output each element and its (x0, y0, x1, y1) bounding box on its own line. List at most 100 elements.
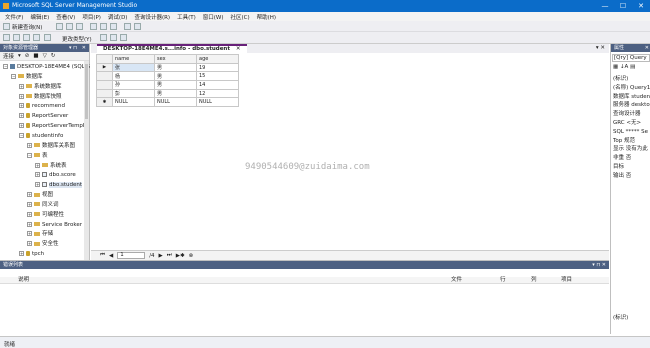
copy-icon[interactable] (100, 23, 107, 30)
cell-name[interactable]: 彭 (112, 88, 155, 99)
expand-icon[interactable]: + (27, 221, 32, 227)
tree-node[interactable]: + 数据库快照 (19, 93, 62, 101)
last-record-icon[interactable]: ⏭ (167, 252, 172, 259)
cell-age[interactable]: NULL (196, 97, 239, 108)
cell-age[interactable]: 15 (196, 71, 239, 82)
cell-age[interactable]: 19 (196, 62, 239, 73)
save-icon[interactable] (66, 23, 73, 30)
paste-icon[interactable] (110, 23, 117, 30)
connect-dropdown-icon[interactable]: ▾ (18, 53, 21, 59)
window-list-icon[interactable]: ▾ ✕ (596, 45, 605, 51)
column-column[interactable]: 列 (531, 277, 537, 284)
close-pane-icon[interactable]: ✕ (645, 44, 649, 52)
maximize-button[interactable]: ☐ (614, 0, 632, 12)
change-type-button[interactable]: 更改类型(Y) (62, 35, 92, 43)
sql-pane-icon[interactable] (23, 34, 30, 41)
cell-sex[interactable]: 男 (154, 80, 197, 90)
tree-node[interactable]: + ReportServer (19, 112, 68, 120)
tree-node[interactable]: + Service Broker (27, 221, 82, 229)
results-pane-icon[interactable] (33, 34, 40, 41)
stop-record-icon[interactable]: ⊗ (189, 253, 194, 259)
table-row[interactable]: 孙 男 14 (96, 80, 239, 90)
menu-window[interactable]: 窗口(W) (203, 13, 224, 21)
menu-tools[interactable]: 工具(T) (177, 13, 196, 21)
table-row[interactable]: 杨 男 15 (96, 71, 239, 82)
expand-icon[interactable]: + (19, 83, 24, 89)
collapse-icon[interactable]: − (19, 132, 24, 138)
connect-button[interactable]: 连接 (3, 52, 14, 60)
cell-sex[interactable]: 男 (154, 62, 197, 73)
tab-dbo-student[interactable]: DESKTOP-18E4ME4.s...info - dbo.student ✕ (97, 44, 247, 53)
pin-icon[interactable]: ▾ ⊓ (69, 44, 77, 52)
close-pane-icon[interactable]: ✕ (82, 44, 86, 52)
undo-icon[interactable] (124, 23, 131, 30)
row-selector[interactable] (96, 80, 113, 90)
column-description[interactable]: 说明 (18, 277, 29, 284)
collapse-icon[interactable]: − (3, 64, 8, 69)
tree-node[interactable]: + dbo.student (35, 181, 83, 189)
tree-node[interactable]: − studentinfo (19, 132, 63, 140)
add-table-icon[interactable] (120, 34, 127, 41)
previous-record-icon[interactable]: ◀ (109, 253, 113, 259)
tree-node[interactable]: + 数据库关系图 (27, 142, 75, 150)
menu-help[interactable]: 帮助(H) (257, 13, 276, 21)
cell-name[interactable]: NULL (112, 97, 155, 108)
table-row[interactable]: ▶ 张 男 19 (96, 62, 239, 73)
column-line[interactable]: 行 (500, 277, 506, 284)
filter-icon[interactable]: ▽ (43, 53, 47, 59)
expand-icon[interactable]: + (19, 123, 24, 129)
column-header-sex[interactable]: sex (154, 54, 197, 64)
close-button[interactable]: ✕ (632, 0, 650, 12)
cell-sex[interactable]: 男 (154, 71, 197, 82)
row-selector[interactable] (96, 88, 113, 99)
expand-icon[interactable]: + (19, 251, 24, 257)
expand-icon[interactable]: + (35, 172, 40, 178)
tree-node[interactable]: + 存储 (27, 230, 53, 238)
menu-project[interactable]: 项目(P) (82, 13, 101, 21)
row-selector[interactable] (96, 71, 113, 82)
expand-icon[interactable]: + (27, 231, 32, 237)
property-row[interactable]: 非重 否 (613, 154, 650, 162)
table-row[interactable]: 彭 男 12 (96, 88, 239, 99)
tree-node[interactable]: + 视图 (27, 191, 53, 199)
expand-icon[interactable]: + (35, 182, 40, 188)
property-row[interactable]: 显示 没有为此 (613, 145, 650, 153)
new-row[interactable]: ✱ NULL NULL NULL (96, 97, 239, 108)
tree-node[interactable]: + recommend (19, 102, 65, 110)
current-record-input[interactable]: 1 (117, 252, 146, 259)
property-row[interactable]: 输出 否 (613, 172, 650, 180)
property-row[interactable]: Top 规范 (613, 137, 650, 145)
property-row[interactable]: (标识) (613, 75, 650, 83)
cell-name[interactable]: 张 (112, 62, 155, 73)
expand-icon[interactable]: + (19, 103, 24, 109)
property-row[interactable]: 目标 (613, 163, 650, 171)
open-file-icon[interactable] (56, 23, 63, 30)
property-row[interactable]: SQL ***** Se (613, 128, 650, 136)
menu-edit[interactable]: 编辑(E) (30, 13, 49, 21)
tree-node[interactable]: + tpch (19, 250, 44, 258)
expand-icon[interactable]: + (19, 113, 24, 119)
criteria-pane-icon[interactable] (13, 34, 20, 41)
new-query-button[interactable]: 新建查询(N) (12, 23, 42, 31)
cell-sex[interactable]: NULL (154, 97, 197, 108)
group-by-icon[interactable] (110, 34, 117, 41)
menu-query-designer[interactable]: 查询设计器(R) (134, 13, 170, 21)
execute-icon[interactable] (44, 34, 51, 41)
expand-icon[interactable]: + (27, 201, 32, 207)
tree-node[interactable]: + dbo.score (35, 171, 76, 179)
first-record-icon[interactable]: ⏮ (100, 252, 105, 259)
alphabetical-icon[interactable]: ↓A (620, 64, 628, 70)
tree-node[interactable]: + 系统数据库 (19, 83, 62, 91)
scrollbar-thumb[interactable] (85, 64, 88, 119)
object-selector-dropdown[interactable]: [Qry] Query (612, 54, 650, 62)
tree-node[interactable]: + 系统表 (35, 162, 67, 170)
save-all-icon[interactable] (76, 23, 83, 30)
column-header-age[interactable]: age (196, 54, 239, 64)
cell-age[interactable]: 12 (196, 88, 239, 99)
property-pages-icon[interactable]: ▤ (630, 64, 635, 70)
menu-file[interactable]: 文件(F) (5, 13, 23, 21)
expand-icon[interactable]: + (35, 162, 40, 168)
cell-name[interactable]: 杨 (112, 71, 155, 82)
column-project[interactable]: 项目 (561, 277, 572, 284)
expand-icon[interactable]: + (27, 192, 32, 198)
